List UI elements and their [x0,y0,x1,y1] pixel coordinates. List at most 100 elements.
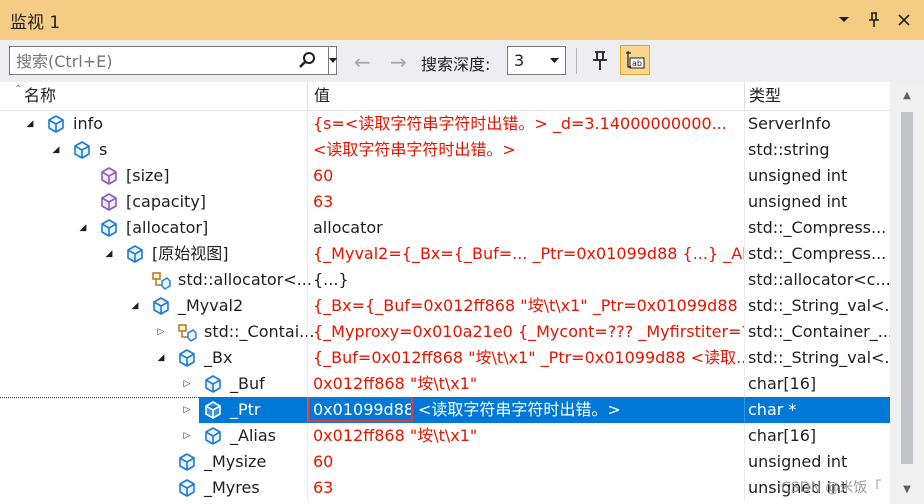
search-depth-value: 3 [514,51,525,70]
object-icon [72,140,92,160]
property-icon [99,166,119,186]
collapse-arrow-icon[interactable]: ◢ [24,111,36,137]
collapse-arrow-icon[interactable]: ◢ [77,215,89,241]
object-icon [177,452,197,472]
collapse-arrow-icon[interactable]: ◢ [103,241,115,267]
search-depth-label: 搜索深度: [421,55,491,74]
row-value: {_Myproxy=0x010a21e0 {_Mycont=??? _Myfir… [313,322,744,341]
expand-arrow-icon[interactable]: ▷ [155,319,167,345]
base-class-icon [151,270,171,290]
column-divider[interactable] [307,82,308,110]
row-type: std::_String_val<... [748,348,890,367]
object-icon [151,296,171,316]
collapse-arrow-icon[interactable]: ◢ [50,137,62,163]
row-type: unsigned int [748,192,848,211]
table-row[interactable]: [size] 60 unsigned int [0,163,890,189]
table-row[interactable]: [capacity] 63 unsigned int [0,189,890,215]
column-header-value[interactable]: 值 [314,82,330,110]
table-row-selected[interactable]: ▷ _Ptr 0x01099d88 <读取字符串字符时出错。> char * [0,397,890,423]
table-row[interactable]: ◢ [原始视图] {_Myval2={_Bx={_Buf=... _Ptr=0x… [0,241,890,267]
search-depth-select[interactable]: 3 [507,46,566,75]
table-row[interactable]: ◢ _Bx {_Buf=0x012ff868 "垵\t\x1" _Ptr=0x0… [0,345,890,371]
search-box[interactable] [9,46,337,76]
table-row[interactable]: _Mysize 60 unsigned int [0,449,890,475]
row-value: {_Buf=0x012ff868 "垵\t\x1" _Ptr=0x01099d8… [313,348,744,367]
object-icon [99,218,119,238]
table-row[interactable]: _Myres 63 unsigned int CSDN @米饭「 [0,475,890,501]
watch-toolbar: ← → 搜索深度: 3 ab [0,40,924,82]
row-name: info [73,114,104,133]
row-value: 0x012ff868 "垵\t\x1" [313,426,478,445]
search-options-dropdown-icon[interactable] [329,47,337,74]
row-type: unsigned int [748,452,848,471]
object-icon [177,478,197,498]
base-class-icon [177,322,197,342]
column-header-name[interactable]: 名称 [24,82,56,110]
window-title: 监视 1 [10,12,61,33]
row-value: {s=<读取字符串字符时出错。> _d=3.14000000000... [313,114,727,133]
row-name: [capacity] [126,192,207,211]
pin-source-icon[interactable] [588,48,612,74]
vertical-scrollbar[interactable]: ▲ ▼ [890,82,924,504]
row-value: {...} [313,270,349,289]
row-value: {_Myval2={_Bx={_Buf=... _Ptr=0x01099d88 … [313,244,744,263]
object-icon [203,426,223,446]
row-value: 60 [313,166,334,185]
row-type: std::_Compress... [748,244,887,263]
chevron-down-icon [550,55,559,66]
svg-text:ab: ab [632,59,642,68]
scrollbar-thumb[interactable] [901,112,913,464]
collapse-arrow-icon[interactable]: ◢ [155,345,167,371]
close-window-icon[interactable] [896,12,912,28]
table-row[interactable]: ◢ _Myval2 {_Bx={_Buf=0x012ff868 "垵\t\x1"… [0,293,890,319]
collapse-arrow-icon[interactable]: ◢ [129,293,141,319]
search-icon[interactable] [297,51,317,71]
row-type: std::_Compress... [748,218,887,237]
window-menu-dropdown-icon[interactable] [836,12,852,28]
highlight-box [308,397,413,422]
row-type: std::_Container_... [748,322,890,341]
row-value: 0x012ff868 "垵\t\x1" [313,374,478,393]
row-type: std::string [748,140,830,159]
row-type: char * [748,400,797,419]
row-name: [原始视图] [152,244,229,263]
search-input[interactable] [10,47,298,76]
hex-display-toggle-icon[interactable]: ab [620,45,650,75]
sort-up-icon: ⌃ [14,84,23,95]
object-icon [46,114,66,134]
table-row[interactable]: ◢ s <读取字符串字符时出错。> std::string [0,137,890,163]
row-name: std::_Contai... [204,322,315,341]
row-type: char[16] [748,374,817,393]
row-name: s [99,140,108,159]
search-previous-button[interactable]: ← [354,50,371,74]
table-row[interactable]: std::allocator<... {...} std::allocator<… [0,267,890,293]
watermark: CSDN @米饭「 [781,480,882,496]
table-row[interactable]: ◢ info {s=<读取字符串字符时出错。> _d=3.14000000000… [0,111,890,137]
expand-arrow-icon[interactable]: ▷ [181,423,193,449]
watch-tree: ◢ info {s=<读取字符串字符时出错。> _d=3.14000000000… [0,111,890,504]
row-value-extra: <读取字符串字符时出错。> [418,400,621,419]
expand-arrow-icon[interactable]: ▷ [181,371,193,397]
row-name: [allocator] [126,218,209,237]
row-name: [size] [126,166,170,185]
row-value: 63 [313,478,334,497]
row-value: <读取字符串字符时出错。> [313,140,516,159]
window-title-bar: 监视 1 [0,0,924,40]
scroll-down-icon[interactable]: ▼ [890,478,924,500]
scroll-up-icon[interactable]: ▲ [890,84,924,106]
row-name: _Myval2 [178,296,244,315]
row-type: std::_String_val<... [748,296,890,315]
search-next-button[interactable]: → [390,50,407,74]
table-row[interactable]: ▷ _Alias 0x012ff868 "垵\t\x1" char[16] [0,423,890,449]
table-row[interactable]: ▷ std::_Contai... {_Myproxy=0x010a21e0 {… [0,319,890,345]
pin-window-icon[interactable] [866,12,882,28]
column-divider[interactable] [744,82,745,110]
expand-arrow-icon[interactable]: ▷ [181,397,193,423]
column-header-type[interactable]: 类型 [749,82,781,110]
table-row[interactable]: ◢ [allocator] allocator std::_Compress..… [0,215,890,241]
row-type: std::allocator<c... [748,270,890,289]
row-name: _Ptr [230,400,261,419]
table-row[interactable]: ▷ _Buf 0x012ff868 "垵\t\x1" char[16] [0,371,890,397]
object-icon [203,400,223,420]
row-type: unsigned int [748,166,848,185]
